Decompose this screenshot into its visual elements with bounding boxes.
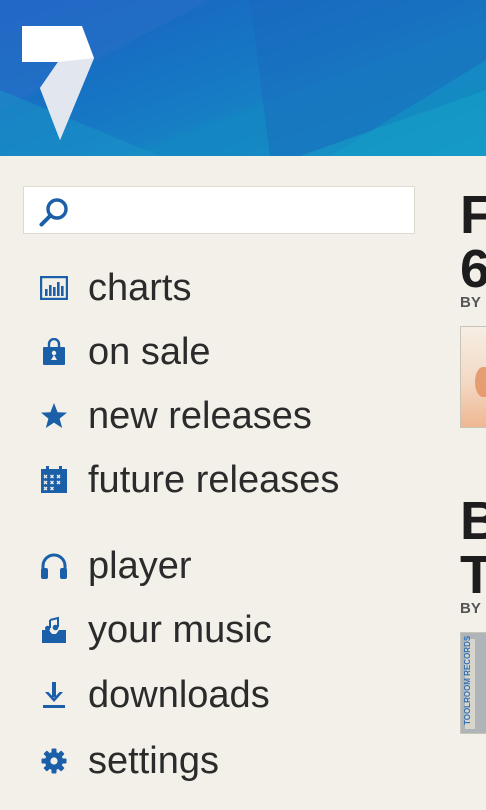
album-art-label: TOOLROOM RECORDS <box>463 635 472 725</box>
app-header <box>0 0 486 156</box>
star-icon <box>40 402 68 430</box>
search-box[interactable] <box>23 186 415 234</box>
menu-item-label: downloads <box>88 674 270 716</box>
gear-icon <box>40 747 68 775</box>
content-peek-panel[interactable]: F 6 BY B T BY TOOLROOM RECORDS <box>456 156 486 810</box>
menu-item-label: charts <box>88 267 192 309</box>
peek-item1-title-line1: F <box>460 185 486 245</box>
headphones-icon <box>40 552 68 580</box>
music-library-icon <box>40 616 68 644</box>
menu-item-settings[interactable]: settings <box>0 733 440 789</box>
album-art-graphic <box>475 367 486 397</box>
menu-item-label: your music <box>88 609 272 651</box>
menu-item-on-sale[interactable]: on sale <box>0 324 440 380</box>
menu-item-your-music[interactable]: your music <box>0 602 440 658</box>
peek-item1-title-line2: 6 <box>460 239 486 299</box>
menu-item-label: on sale <box>88 331 211 373</box>
menu-item-label: settings <box>88 740 219 782</box>
calendar-icon <box>40 466 68 494</box>
menu-item-downloads[interactable]: downloads <box>0 667 440 723</box>
peek-item2-title-line2: T <box>460 545 486 605</box>
shopping-bag-icon <box>40 338 68 366</box>
bar-chart-icon <box>40 274 68 302</box>
app-logo-icon <box>22 26 94 140</box>
menu-item-player[interactable]: player <box>0 538 440 594</box>
menu-item-future-releases[interactable]: future releases <box>0 452 440 508</box>
download-icon <box>40 681 68 709</box>
peek-item2-title-line1: B <box>460 491 486 551</box>
peek-item2-album-art[interactable]: TOOLROOM RECORDS <box>460 632 486 734</box>
menu-item-label: player <box>88 545 192 587</box>
search-input[interactable] <box>80 195 400 227</box>
peek-item1-by-label: BY <box>460 294 481 311</box>
peek-item1-album-art[interactable] <box>460 326 486 428</box>
menu-item-new-releases[interactable]: new releases <box>0 388 440 444</box>
peek-item2-by-label: BY <box>460 600 481 617</box>
menu-item-label: future releases <box>88 459 340 501</box>
menu-item-label: new releases <box>88 395 312 437</box>
menu-item-charts[interactable]: charts <box>0 260 440 316</box>
search-icon[interactable] <box>38 196 70 228</box>
